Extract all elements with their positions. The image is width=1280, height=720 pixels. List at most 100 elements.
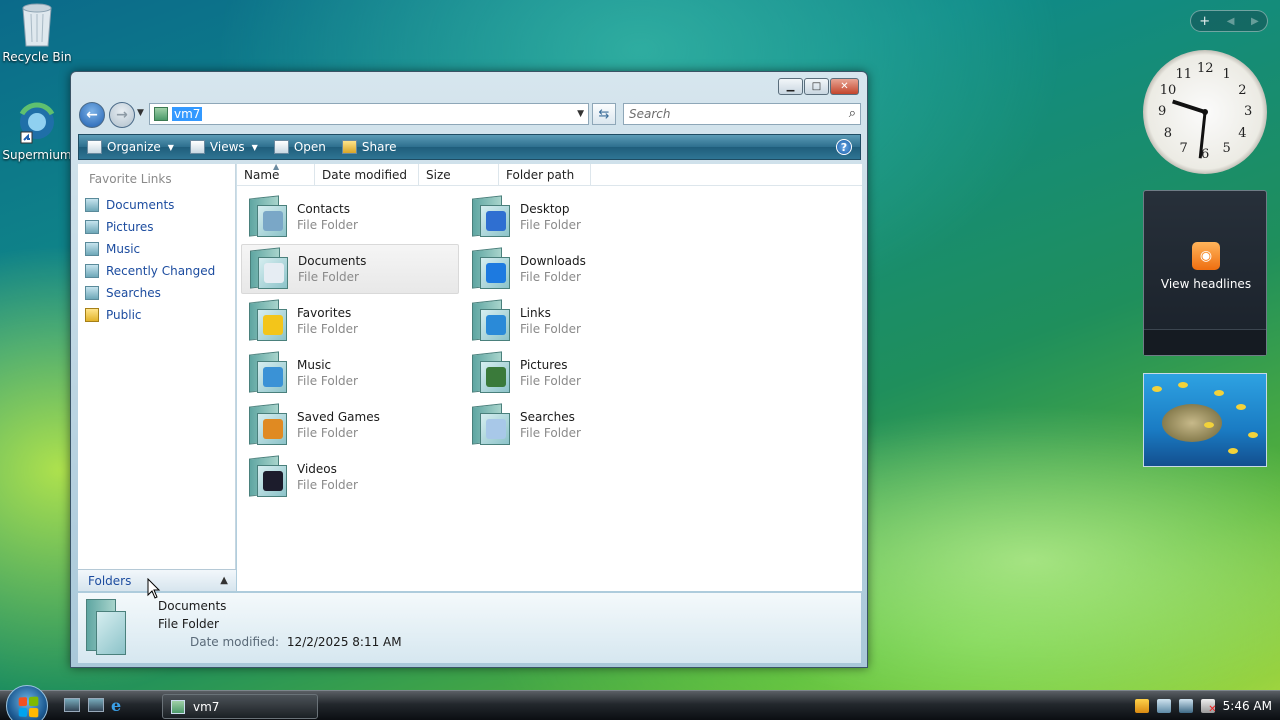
folder-item-contacts[interactable]: Contacts File Folder	[241, 192, 459, 242]
network-status-icon[interactable]	[1156, 699, 1171, 713]
organize-button[interactable]: Organize ▼	[87, 140, 174, 154]
folder-item-text: Links File Folder	[520, 306, 581, 336]
favorite-link-searches[interactable]: Searches	[78, 282, 235, 304]
details-pane: Documents File Folder Date modified: 12/…	[78, 593, 861, 663]
slideshow-gadget[interactable]	[1143, 373, 1267, 467]
show-desktop-icon[interactable]	[64, 698, 80, 712]
clock-number: 4	[1238, 125, 1247, 141]
feed-headlines-gadget[interactable]: ◉ View headlines	[1143, 190, 1267, 356]
column-header-folder-path[interactable]: Folder path	[499, 164, 591, 186]
address-bar[interactable]: vm7 ▼	[149, 103, 589, 125]
column-header-name[interactable]: ▲ Name	[237, 162, 315, 186]
folder-item-favorites[interactable]: Favorites File Folder	[241, 296, 459, 346]
favorite-link-recently-changed[interactable]: Recently Changed	[78, 260, 235, 282]
forward-arrow-icon: →	[116, 107, 128, 123]
help-button[interactable]: ?	[836, 139, 852, 155]
folder-item-videos[interactable]: Videos File Folder	[241, 452, 459, 502]
recent-pages-dropdown[interactable]: ▼	[137, 108, 144, 118]
folder-item-type: File Folder	[297, 374, 358, 388]
folder-item-type: File Folder	[520, 270, 581, 284]
favorite-link-public[interactable]: Public	[78, 304, 235, 326]
security-shield-icon[interactable]	[1134, 699, 1149, 713]
folder-item-searches[interactable]: Searches File Folder	[464, 400, 682, 450]
next-gadget-icon[interactable]: ▶	[1251, 16, 1259, 27]
explorer-window: ▁ □ ✕ ← → ▼ vm7 ▼ ⇆ Search ⌕ Organize ▼ …	[70, 71, 868, 668]
forward-button[interactable]: →	[109, 102, 135, 128]
folder-item-name: Links	[520, 306, 551, 320]
search-input[interactable]: Search ⌕	[623, 103, 861, 125]
minimize-icon: ▁	[786, 81, 795, 92]
details-date-value: 12/2/2025 8:11 AM	[286, 635, 402, 649]
add-gadget-icon[interactable]: +	[1199, 14, 1210, 29]
trophy-icon	[263, 419, 283, 439]
favorite-link-pictures[interactable]: Pictures	[78, 216, 235, 238]
folder-item-downloads[interactable]: Downloads File Folder	[464, 244, 682, 294]
desktop-icon-supermium[interactable]: Supermium	[1, 100, 73, 162]
column-header-date-modified[interactable]: Date modified	[315, 164, 419, 186]
folder-item-desktop[interactable]: Desktop File Folder	[464, 192, 682, 242]
clock-hour-hand	[1172, 99, 1206, 114]
folder-item-pictures[interactable]: Pictures File Folder	[464, 348, 682, 398]
close-button[interactable]: ✕	[830, 78, 859, 95]
maximize-button[interactable]: □	[804, 78, 829, 95]
folder-item-type: File Folder	[297, 218, 358, 232]
folder-item-name: Documents	[298, 254, 367, 268]
folder-item-text: Pictures File Folder	[520, 358, 581, 388]
taskbar: e vm7 ✕ 5:46 AM	[0, 685, 1280, 720]
folder-icon	[470, 195, 514, 239]
recently-changed-icon	[85, 264, 99, 278]
folder-item-music[interactable]: Music File Folder	[241, 348, 459, 398]
folder-item-links[interactable]: Links File Folder	[464, 296, 682, 346]
monitor-icon	[486, 211, 506, 231]
fish-image	[1178, 382, 1188, 388]
view-headlines-label[interactable]: View headlines	[1144, 277, 1268, 291]
folder-icon	[247, 455, 291, 499]
folder-item-text: Searches File Folder	[520, 410, 581, 440]
share-label: Share	[361, 140, 397, 154]
column-header-size[interactable]: Size	[419, 164, 499, 186]
back-button[interactable]: ←	[79, 102, 105, 128]
views-button[interactable]: Views ▼	[189, 140, 258, 154]
chevron-down-icon[interactable]: ▼	[577, 109, 584, 119]
desktop-icon-recycle-bin[interactable]: Recycle Bin	[1, 2, 73, 64]
folder-icon	[248, 247, 292, 291]
folder-icon	[470, 299, 514, 343]
open-button[interactable]: Open	[273, 140, 326, 154]
folder-item-documents[interactable]: Documents File Folder	[241, 244, 459, 294]
folder-icon	[171, 699, 185, 714]
folder-item-text: Saved Games File Folder	[297, 410, 380, 440]
picture-icon	[486, 367, 506, 387]
network-connection-icon[interactable]	[1178, 699, 1193, 713]
previous-gadget-icon[interactable]: ◀	[1227, 16, 1235, 27]
film-icon	[263, 471, 283, 491]
clock-number: 11	[1175, 66, 1193, 82]
favorite-link-music[interactable]: Music	[78, 238, 235, 260]
column-header-label: Size	[426, 168, 451, 182]
clock-number: 8	[1163, 125, 1173, 141]
start-button[interactable]	[6, 685, 48, 720]
internet-explorer-icon[interactable]: e	[111, 696, 121, 715]
link-arrow-icon	[486, 315, 506, 335]
column-header-label: Folder path	[506, 168, 575, 182]
desktop-icon-label: Recycle Bin	[2, 50, 72, 64]
system-tray: ✕ 5:46 AM	[1134, 699, 1272, 715]
volume-muted-icon[interactable]: ✕	[1200, 699, 1217, 715]
share-button[interactable]: Share	[341, 140, 397, 154]
clock-gadget[interactable]: 12 1 2 3 4 5 6 7 8 9 10 11	[1143, 50, 1267, 174]
details-name: Documents	[158, 599, 227, 613]
search-icon[interactable]: ⌕	[849, 106, 856, 121]
folder-icon	[247, 195, 291, 239]
refresh-button[interactable]: ⇆	[592, 103, 616, 125]
folder-item-saved-games[interactable]: Saved Games File Folder	[241, 400, 459, 450]
favorite-link-documents[interactable]: Documents	[78, 194, 235, 216]
clock-time[interactable]: 5:46 AM	[1223, 699, 1272, 713]
address-text[interactable]: vm7	[172, 107, 203, 121]
fish-image	[1236, 404, 1246, 410]
switch-windows-icon[interactable]	[88, 698, 104, 712]
taskbar-button-vm7[interactable]: vm7	[162, 694, 318, 719]
feed-gadget-footer	[1144, 329, 1266, 355]
column-header-label: Date modified	[322, 168, 408, 182]
views-label: Views	[209, 140, 245, 154]
help-icon: ?	[840, 140, 848, 154]
minimize-button[interactable]: ▁	[778, 78, 803, 95]
